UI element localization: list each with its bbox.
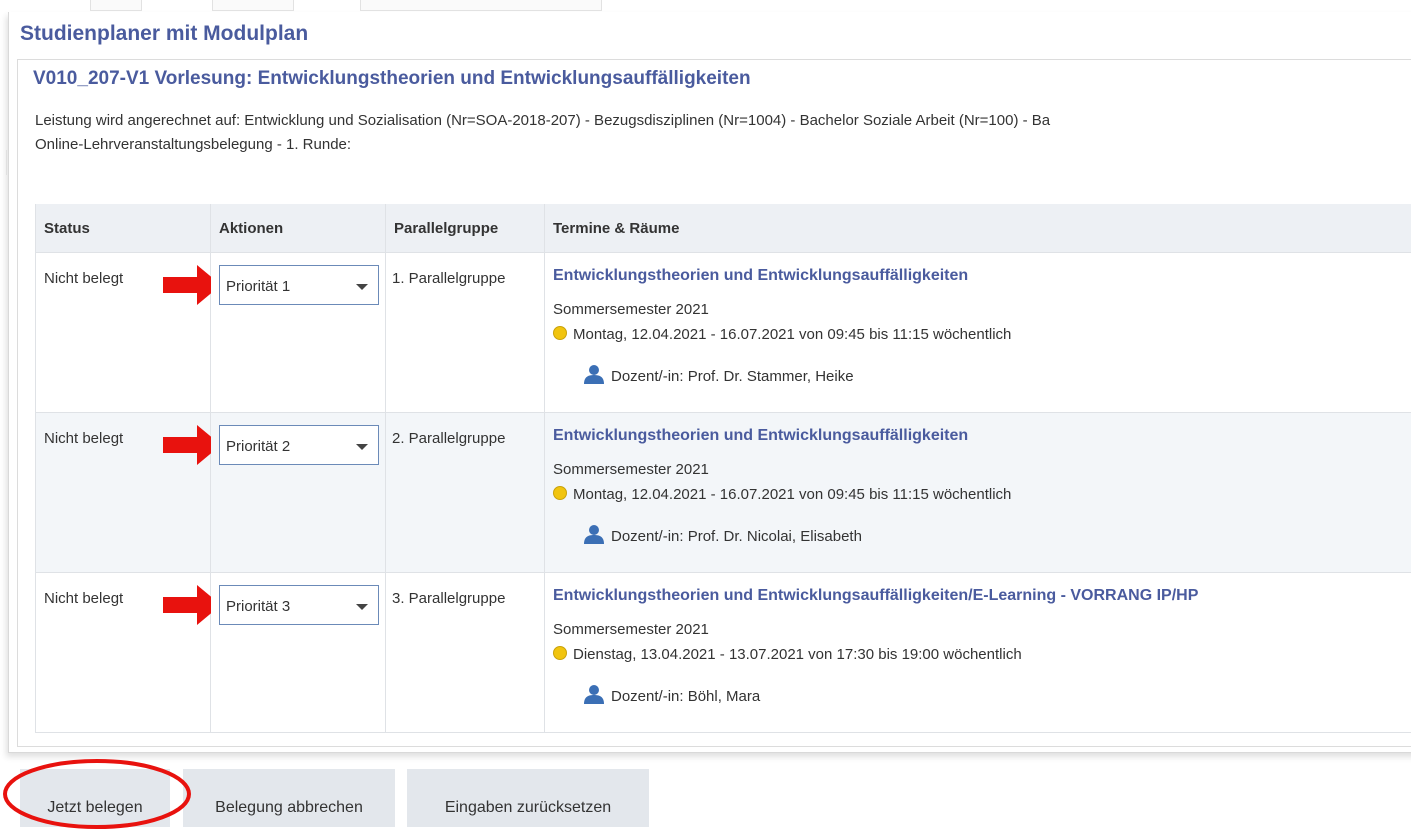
event-link[interactable]: Entwicklungstheorien und Entwicklungsauf…: [553, 587, 1198, 605]
schedule-text: Montag, 12.04.2021 - 16.07.2021 von 09:4…: [573, 486, 1011, 503]
person-icon: [583, 524, 605, 544]
priority-select[interactable]: Priorität 1: [219, 265, 379, 305]
column-header-actions: Aktionen: [211, 204, 386, 253]
schedule-text: Montag, 12.04.2021 - 16.07.2021 von 09:4…: [573, 326, 1011, 343]
table-header-row: Status Aktionen Parallelgruppe Termine &…: [36, 204, 1411, 253]
column-header-status: Status: [36, 204, 211, 253]
divider: [6, 150, 7, 175]
table-row: Nicht belegt Priorität 3 3. Parallelgrup…: [36, 573, 1411, 733]
person-icon: [583, 364, 605, 384]
column-header-group: Parallelgruppe: [386, 204, 545, 253]
status-cell: Nicht belegt: [36, 573, 211, 733]
lecturer-line: Dozent/-in: Böhl, Mara: [583, 684, 760, 705]
dates-cell: Entwicklungstheorien und Entwicklungsauf…: [545, 573, 1411, 733]
priority-select[interactable]: Priorität 2: [219, 425, 379, 465]
dates-cell: Entwicklungstheorien und Entwicklungsauf…: [545, 413, 1411, 573]
parallel-group-label: 1. Parallelgruppe: [386, 253, 544, 287]
credit-info: Leistung wird angerechnet auf: Entwicklu…: [35, 112, 1050, 129]
semester-text: Sommersemester 2021: [553, 461, 709, 478]
course-title: V010_207-V1 Vorlesung: Entwicklungstheor…: [33, 68, 751, 90]
action-cell: Priorität 1: [211, 253, 386, 413]
lecturer-text: Dozent/-in: Prof. Dr. Stammer, Heike: [611, 368, 854, 385]
yellow-dot-icon: [553, 326, 567, 340]
priority-value: Priorität 1: [226, 278, 290, 295]
semester-text: Sommersemester 2021: [553, 621, 709, 638]
cancel-registration-button[interactable]: Belegung abbrechen: [183, 769, 395, 827]
column-header-dates: Termine & Räume: [545, 204, 1411, 253]
table-row: Nicht belegt Priorität 1 1. Parallelgrup…: [36, 253, 1411, 413]
dates-cell: Entwicklungstheorien und Entwicklungsauf…: [545, 253, 1411, 413]
person-icon: [583, 684, 605, 704]
schedule-text: Dienstag, 13.04.2021 - 13.07.2021 von 17…: [573, 646, 1022, 663]
status-cell: Nicht belegt: [36, 413, 211, 573]
chevron-down-icon: [356, 284, 368, 290]
priority-value: Priorität 3: [226, 598, 290, 615]
yellow-dot-icon: [553, 486, 567, 500]
top-tab-fragment: [360, 0, 602, 11]
group-cell: 1. Parallelgruppe: [386, 253, 545, 413]
schedule-line: Montag, 12.04.2021 - 16.07.2021 von 09:4…: [553, 326, 1011, 343]
semester-text: Sommersemester 2021: [553, 301, 709, 318]
lecturer-line: Dozent/-in: Prof. Dr. Nicolai, Elisabeth: [583, 524, 862, 545]
top-strip: [0, 0, 1411, 12]
priority-value: Priorität 2: [226, 438, 290, 455]
top-tab-fragment: [212, 0, 294, 11]
event-link[interactable]: Entwicklungstheorien und Entwicklungsauf…: [553, 427, 968, 445]
lecturer-line: Dozent/-in: Prof. Dr. Stammer, Heike: [583, 364, 854, 385]
action-cell: Priorität 3: [211, 573, 386, 733]
submit-registration-button[interactable]: Jetzt belegen: [20, 769, 170, 827]
page-title: Studienplaner mit Modulplan: [20, 22, 308, 46]
top-tab-fragment: [90, 0, 142, 11]
chevron-down-icon: [356, 444, 368, 450]
parallel-groups-table: Status Aktionen Parallelgruppe Termine &…: [35, 204, 1411, 733]
registration-round: Online-Lehrveranstaltungsbelegung - 1. R…: [35, 136, 351, 153]
schedule-line: Dienstag, 13.04.2021 - 13.07.2021 von 17…: [553, 646, 1022, 663]
schedule-line: Montag, 12.04.2021 - 16.07.2021 von 09:4…: [553, 486, 1011, 503]
group-cell: 2. Parallelgruppe: [386, 413, 545, 573]
group-cell: 3. Parallelgruppe: [386, 573, 545, 733]
action-cell: Priorität 2: [211, 413, 386, 573]
reset-inputs-button[interactable]: Eingaben zurücksetzen: [407, 769, 649, 827]
lecturer-text: Dozent/-in: Prof. Dr. Nicolai, Elisabeth: [611, 528, 862, 545]
event-link[interactable]: Entwicklungstheorien und Entwicklungsauf…: [553, 267, 968, 285]
status-cell: Nicht belegt: [36, 253, 211, 413]
chevron-down-icon: [356, 604, 368, 610]
lecturer-text: Dozent/-in: Böhl, Mara: [611, 688, 760, 705]
priority-select[interactable]: Priorität 3: [219, 585, 379, 625]
table-row: Nicht belegt Priorität 2 2. Parallelgrup…: [36, 413, 1411, 573]
parallel-group-label: 2. Parallelgruppe: [386, 413, 544, 447]
parallel-group-label: 3. Parallelgruppe: [386, 573, 544, 607]
yellow-dot-icon: [553, 646, 567, 660]
